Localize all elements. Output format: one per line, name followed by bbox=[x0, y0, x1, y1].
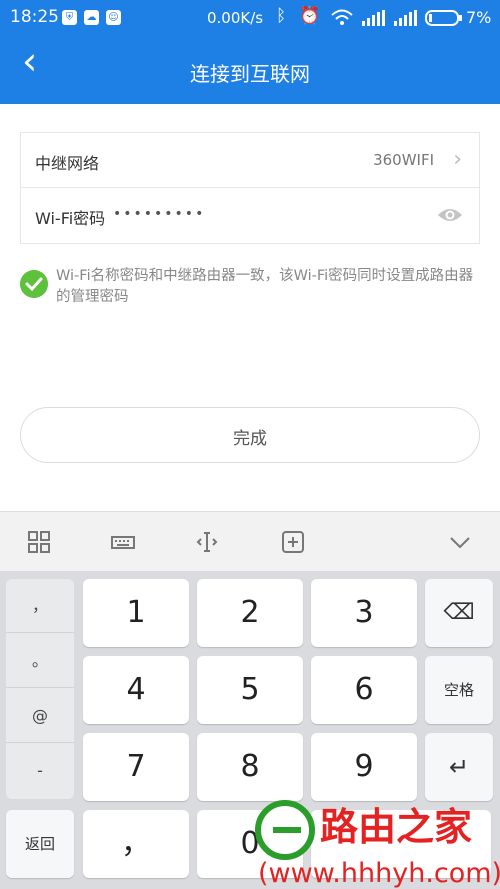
shield-app-icon: ⛨ bbox=[62, 10, 77, 25]
key-comma-cn[interactable]: ， bbox=[83, 810, 189, 878]
add-box-icon[interactable] bbox=[281, 530, 305, 554]
cloud-app-icon: ☁ bbox=[84, 10, 99, 25]
signal-icon-1 bbox=[362, 10, 385, 26]
symbol-key-period[interactable]: 。 bbox=[6, 634, 74, 688]
symbol-column: ， 。 @ - bbox=[6, 579, 74, 799]
chevron-right-icon: › bbox=[453, 147, 462, 172]
battery-icon bbox=[425, 10, 462, 26]
eye-icon[interactable] bbox=[437, 206, 463, 224]
keyboard-icon[interactable] bbox=[111, 530, 135, 554]
symbol-key-comma[interactable]: ， bbox=[6, 579, 74, 633]
wifi-password-label: Wi-Fi密码 bbox=[35, 209, 106, 228]
status-bar: 18:25 ⛨ ☁ ☺ 0.00K/s ᛒ ⏰ 7% bbox=[0, 0, 500, 36]
option-description: Wi-Fi名称密码和中继路由器一致，该Wi-Fi密码同时设置成路由器的管理密码 bbox=[56, 268, 474, 305]
key-9[interactable]: 9 bbox=[311, 733, 417, 801]
cursor-move-icon[interactable] bbox=[195, 530, 219, 554]
key-2[interactable]: 2 bbox=[197, 579, 303, 647]
wifi-icon bbox=[331, 9, 353, 25]
keyboard-toolbar bbox=[0, 511, 500, 572]
back-key[interactable]: 返回 bbox=[6, 810, 74, 878]
watermark-brand: 路由之家 bbox=[320, 805, 472, 849]
key-6[interactable]: 6 bbox=[311, 656, 417, 724]
enter-key[interactable]: ↵ bbox=[425, 733, 493, 801]
relay-network-row[interactable]: 中继网络 360WIFI › bbox=[20, 132, 480, 188]
check-circle-icon[interactable] bbox=[20, 270, 48, 298]
key-5[interactable]: 5 bbox=[197, 656, 303, 724]
key-1[interactable]: 1 bbox=[83, 579, 189, 647]
top-app-bar: ‹ 连接到互联网 bbox=[0, 36, 500, 104]
relay-network-label: 中继网络 bbox=[35, 154, 100, 173]
android-app-icon: ☺ bbox=[106, 10, 121, 25]
wifi-password-row: Wi-Fi密码 ••••••••• bbox=[20, 187, 480, 244]
space-key[interactable]: 空格 bbox=[425, 656, 493, 724]
key-7[interactable]: 7 bbox=[83, 733, 189, 801]
alarm-icon: ⏰ bbox=[299, 6, 321, 26]
key-3[interactable]: 3 bbox=[311, 579, 417, 647]
status-time: 18:25 bbox=[10, 7, 59, 27]
key-4[interactable]: 4 bbox=[83, 656, 189, 724]
signal-icon-2 bbox=[394, 10, 417, 26]
symbol-key-dash[interactable]: - bbox=[6, 744, 74, 797]
chevron-down-icon[interactable] bbox=[448, 530, 472, 554]
symbol-key-at[interactable]: @ bbox=[6, 689, 74, 743]
network-speed: 0.00K/s bbox=[207, 9, 264, 27]
key-8[interactable]: 8 bbox=[197, 733, 303, 801]
grid-menu-icon[interactable] bbox=[27, 530, 51, 554]
done-button[interactable]: 完成 bbox=[20, 407, 480, 463]
battery-percent: 7% bbox=[466, 8, 492, 27]
delete-key[interactable]: ⌫ bbox=[425, 579, 493, 647]
done-button-label: 完成 bbox=[233, 429, 267, 449]
wifi-password-field[interactable]: ••••••••• bbox=[113, 206, 205, 222]
relay-network-value: 360WIFI bbox=[373, 151, 434, 169]
bluetooth-icon: ᛒ bbox=[276, 6, 287, 26]
watermark-url: (www.hhhyh.com) bbox=[258, 858, 500, 889]
watermark-logo: 路由之家 (www.hhhyh.com) bbox=[255, 800, 500, 889]
page-title: 连接到互联网 bbox=[190, 62, 310, 86]
